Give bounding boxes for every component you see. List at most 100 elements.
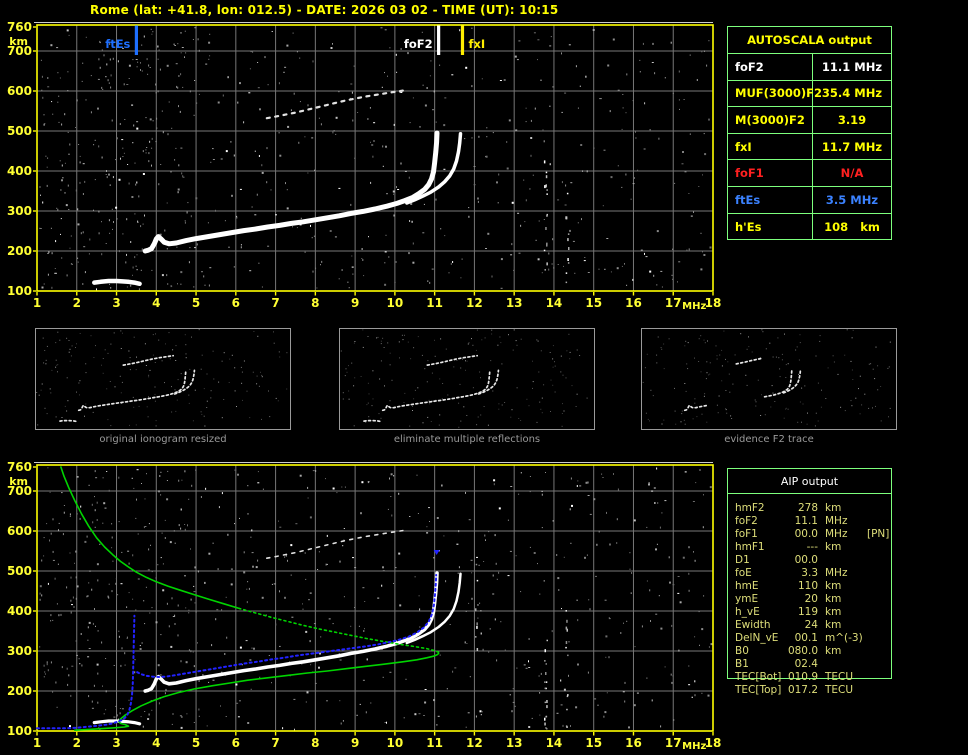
- svg-text:100: 100: [7, 284, 32, 298]
- svg-text:4: 4: [152, 736, 160, 750]
- svg-text:200: 200: [7, 244, 32, 258]
- profile-ionogram-chart: 1 2 3 4 5 6 7 8 9 10 11 12 13 14 15 16 17 18MHz1002003004…: [7, 460, 722, 752]
- aip-label: B1: [735, 658, 749, 670]
- svg-text:5: 5: [192, 736, 200, 750]
- aip-extra: [PN]: [867, 528, 890, 540]
- aip-row-hve: h_vE 119 km: [728, 606, 893, 619]
- svg-text:200: 200: [7, 684, 32, 698]
- aip-row-hmf2: hmF2 278 km: [728, 502, 893, 515]
- aip-unit: km: [825, 580, 842, 592]
- svg-text:13: 13: [506, 736, 523, 750]
- aip-unit: MHz: [825, 528, 848, 540]
- svg-text:17: 17: [665, 736, 682, 750]
- aip-row-ewidth: Ewidth 24 km: [728, 619, 893, 632]
- aip-row-b0: B0 080.0 km: [728, 645, 893, 658]
- parameter-value: 108 km: [824, 219, 880, 234]
- svg-text:100: 100: [7, 724, 32, 738]
- aip-unit: MHz: [825, 515, 848, 527]
- parameter-value: 11.1 MHz: [821, 59, 883, 74]
- aip-row-yme: ymE 20 km: [728, 593, 893, 606]
- svg-text:6: 6: [232, 736, 240, 750]
- aip-row-fof1: foF1 00.0 MHz [PN]: [728, 528, 893, 541]
- autoscala-row-m3000f2: M(3000)F2 3.19: [728, 107, 891, 134]
- parameter-label: M(3000)F2: [728, 107, 813, 133]
- aip-value: 3.3: [801, 567, 818, 579]
- aip-label: Ewidth: [735, 619, 771, 631]
- aip-value: 119: [797, 606, 818, 618]
- svg-text:500: 500: [7, 564, 32, 578]
- svg-text:MHz: MHz: [682, 301, 706, 312]
- aip-label: foF1: [735, 528, 758, 540]
- aip-unit: km: [825, 619, 842, 631]
- aip-label: D1: [735, 554, 750, 566]
- aip-value: 24: [804, 619, 818, 631]
- parameter-value: N/A: [840, 166, 864, 181]
- svg-text:16: 16: [625, 736, 642, 750]
- svg-text:11: 11: [426, 736, 443, 750]
- svg-text:2: 2: [73, 296, 81, 310]
- svg-text:8: 8: [311, 736, 319, 750]
- aip-label: hmF1: [735, 541, 765, 553]
- svg-text:3: 3: [112, 736, 120, 750]
- svg-text:1: 1: [33, 736, 41, 750]
- aip-value: 00.0: [794, 528, 818, 540]
- aip-label: h_vE: [735, 606, 760, 618]
- svg-text:7: 7: [271, 296, 279, 310]
- svg-text:16: 16: [625, 296, 642, 310]
- aip-unit: TECU: [825, 671, 854, 683]
- aip-value: 080.0: [787, 645, 818, 657]
- svg-text:7: 7: [271, 736, 279, 750]
- svg-text:4: 4: [152, 296, 160, 310]
- thumbnail-evidence-f2-trace: [641, 328, 897, 430]
- aip-label: hmE: [735, 580, 759, 592]
- svg-text:12: 12: [466, 296, 483, 310]
- aip-label: DelN_vE: [735, 632, 779, 644]
- svg-text:300: 300: [7, 644, 32, 658]
- aip-label: foE: [735, 567, 752, 579]
- aip-unit: MHz: [825, 567, 848, 579]
- autoscala-row-fof2: foF2 11.1 MHz: [728, 54, 891, 81]
- autoscala-row-fof1: foF1 N/A: [728, 160, 891, 187]
- svg-text:500: 500: [7, 124, 32, 138]
- svg-text:1: 1: [33, 296, 41, 310]
- aip-unit: km: [825, 541, 842, 553]
- aip-output-table: AIP output hmF2 278 km foF2 11.1 MHz foF1 00.0 M…: [727, 468, 893, 696]
- aip-unit: km: [825, 502, 842, 514]
- aip-unit: TECU: [825, 684, 854, 696]
- aip-value: ---: [806, 541, 818, 553]
- svg-text:18: 18: [705, 296, 722, 310]
- svg-text:12: 12: [466, 736, 483, 750]
- svg-text:10: 10: [387, 736, 404, 750]
- svg-text:11: 11: [426, 296, 443, 310]
- aip-unit: km: [825, 645, 842, 657]
- autoscala-row-muf3000f2: MUF(3000)F2 35.4 MHz: [728, 80, 891, 108]
- parameter-label: ftEs: [728, 186, 813, 213]
- thumbnail-eliminate-reflections: [339, 328, 595, 430]
- svg-text:18: 18: [705, 736, 722, 750]
- parameter-label: fxI: [728, 133, 813, 160]
- aip-label: TEC[Top]: [735, 684, 782, 696]
- svg-text:3: 3: [112, 296, 120, 310]
- aip-value: 00.0: [794, 554, 818, 566]
- aip-row-hmf1: hmF1 --- km: [728, 541, 893, 554]
- svg-text:600: 600: [7, 84, 32, 98]
- svg-text:13: 13: [506, 296, 523, 310]
- svg-text:400: 400: [7, 164, 32, 178]
- aip-unit: km: [825, 593, 842, 605]
- parameter-value: 11.7 MHz: [821, 139, 883, 154]
- svg-text:300: 300: [7, 204, 32, 218]
- svg-text:760: 760: [7, 460, 32, 474]
- svg-text:15: 15: [585, 296, 602, 310]
- aip-value: 110: [797, 580, 818, 592]
- aip-value: 11.1: [794, 515, 818, 527]
- autoscala-row-fxi: fxI 11.7 MHz: [728, 133, 891, 161]
- parameter-value: 35.4 MHz: [821, 86, 883, 101]
- parameter-label: h'Es: [728, 213, 813, 241]
- aip-label: TEC[Bot]: [735, 671, 782, 683]
- aip-value: 278: [797, 502, 818, 514]
- aip-label: B0: [735, 645, 749, 657]
- svg-text:9: 9: [351, 736, 359, 750]
- svg-text:6: 6: [232, 296, 240, 310]
- svg-text:5: 5: [192, 296, 200, 310]
- svg-text:2: 2: [73, 736, 81, 750]
